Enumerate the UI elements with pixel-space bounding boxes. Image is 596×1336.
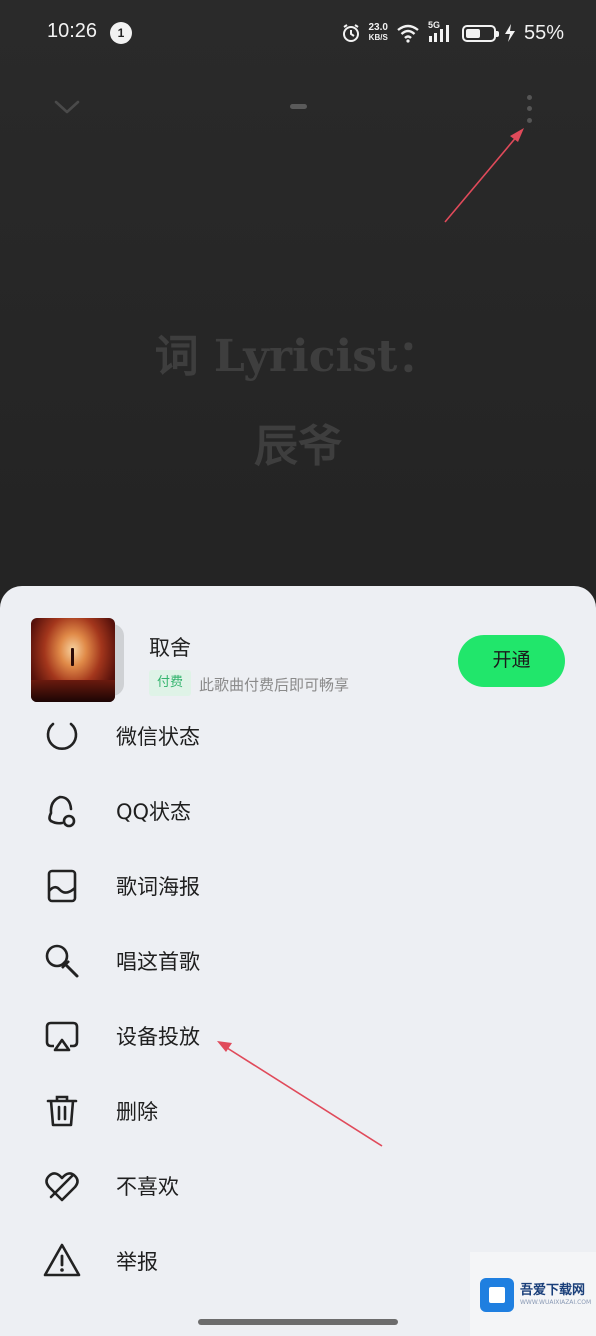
net-speed-unit: KB/S	[368, 33, 388, 42]
alarm-icon	[342, 24, 359, 42]
dislike-heart-icon	[42, 1166, 82, 1206]
song-title: 取舍	[149, 636, 191, 660]
album-cover	[31, 618, 115, 702]
menu-item-label: 唱这首歌	[116, 950, 200, 974]
open-membership-button[interactable]: 开通	[458, 635, 565, 687]
more-dot	[526, 106, 532, 112]
status-time: 10:26	[47, 20, 98, 42]
cast-device-icon	[42, 1016, 82, 1056]
lyric-line: 辰爷	[254, 421, 342, 472]
microphone-icon	[42, 941, 82, 981]
battery-fill	[465, 28, 481, 38]
menu-item-lyric-poster[interactable]: 歌词海报	[0, 848, 596, 920]
album-art-figure	[71, 648, 74, 666]
menu-item-dislike[interactable]: 不喜欢	[0, 1148, 596, 1220]
menu-item-qq-status[interactable]: QQ状态	[0, 773, 596, 845]
menu-item-label: 举报	[116, 1250, 158, 1274]
menu-item-label: 删除	[116, 1100, 158, 1124]
player-top-controls	[0, 80, 596, 140]
watermark-url: WWW.WUAIXIAZAI.COM	[520, 1299, 592, 1306]
trash-icon	[42, 1091, 82, 1131]
lyrics-area: 词 Lyricist： 辰爷	[0, 325, 596, 479]
menu-item-label: 歌词海报	[116, 875, 200, 899]
menu-item-label: QQ状态	[116, 800, 192, 824]
more-options-button[interactable]	[516, 92, 542, 126]
chevron-down-icon	[54, 100, 80, 114]
paid-tag: 付费	[149, 670, 191, 696]
watermark-logo-icon	[480, 1278, 514, 1312]
page-indicator	[290, 104, 307, 109]
paid-hint: 此歌曲付费后即可畅享	[199, 676, 350, 694]
menu-item-sing-song[interactable]: 唱这首歌	[0, 923, 596, 995]
song-info-row: 取舍 付费 此歌曲付费后即可畅享 开通	[0, 616, 596, 708]
menu-item-wechat-status[interactable]: 微信状态	[0, 698, 596, 770]
notification-badge: 1	[110, 22, 132, 44]
collapse-button[interactable]	[50, 92, 84, 122]
menu-item-label: 设备投放	[116, 1025, 200, 1049]
lyric-line: 词 Lyricist：	[154, 331, 442, 382]
wifi-icon	[397, 24, 419, 43]
qq-status-icon	[42, 791, 82, 831]
home-indicator[interactable]	[198, 1319, 398, 1325]
net-speed-value: 23.0	[368, 22, 388, 33]
song-options-sheet: 取舍 付费 此歌曲付费后即可畅享 开通 微信状态 QQ状态 歌词海报 唱这首歌 …	[0, 586, 596, 1336]
menu-item-label: 不喜欢	[116, 1175, 179, 1199]
wechat-status-icon	[42, 716, 82, 756]
watermark: 吾爱下载网 WWW.WUAIXIAZAI.COM	[470, 1252, 596, 1336]
status-bar: 10:26 1 23.0 KB/S 5G 55%	[0, 0, 596, 66]
warning-icon	[42, 1241, 82, 1281]
lyric-poster-icon	[42, 866, 82, 906]
menu-item-label: 微信状态	[116, 725, 200, 749]
signal-icon: 5G	[428, 20, 454, 44]
net-speed: 23.0 KB/S	[369, 23, 388, 43]
watermark-name: 吾爱下载网	[520, 1283, 586, 1298]
battery-icon	[461, 24, 499, 42]
battery-percent: 55%	[523, 21, 564, 44]
more-dot	[526, 117, 532, 123]
menu-item-device-cast[interactable]: 设备投放	[0, 998, 596, 1070]
more-vertical-icon	[526, 95, 532, 101]
menu-item-delete[interactable]: 删除	[0, 1073, 596, 1145]
status-indicators: 23.0 KB/S 5G 55%	[341, 19, 564, 47]
charging-icon	[504, 24, 515, 42]
